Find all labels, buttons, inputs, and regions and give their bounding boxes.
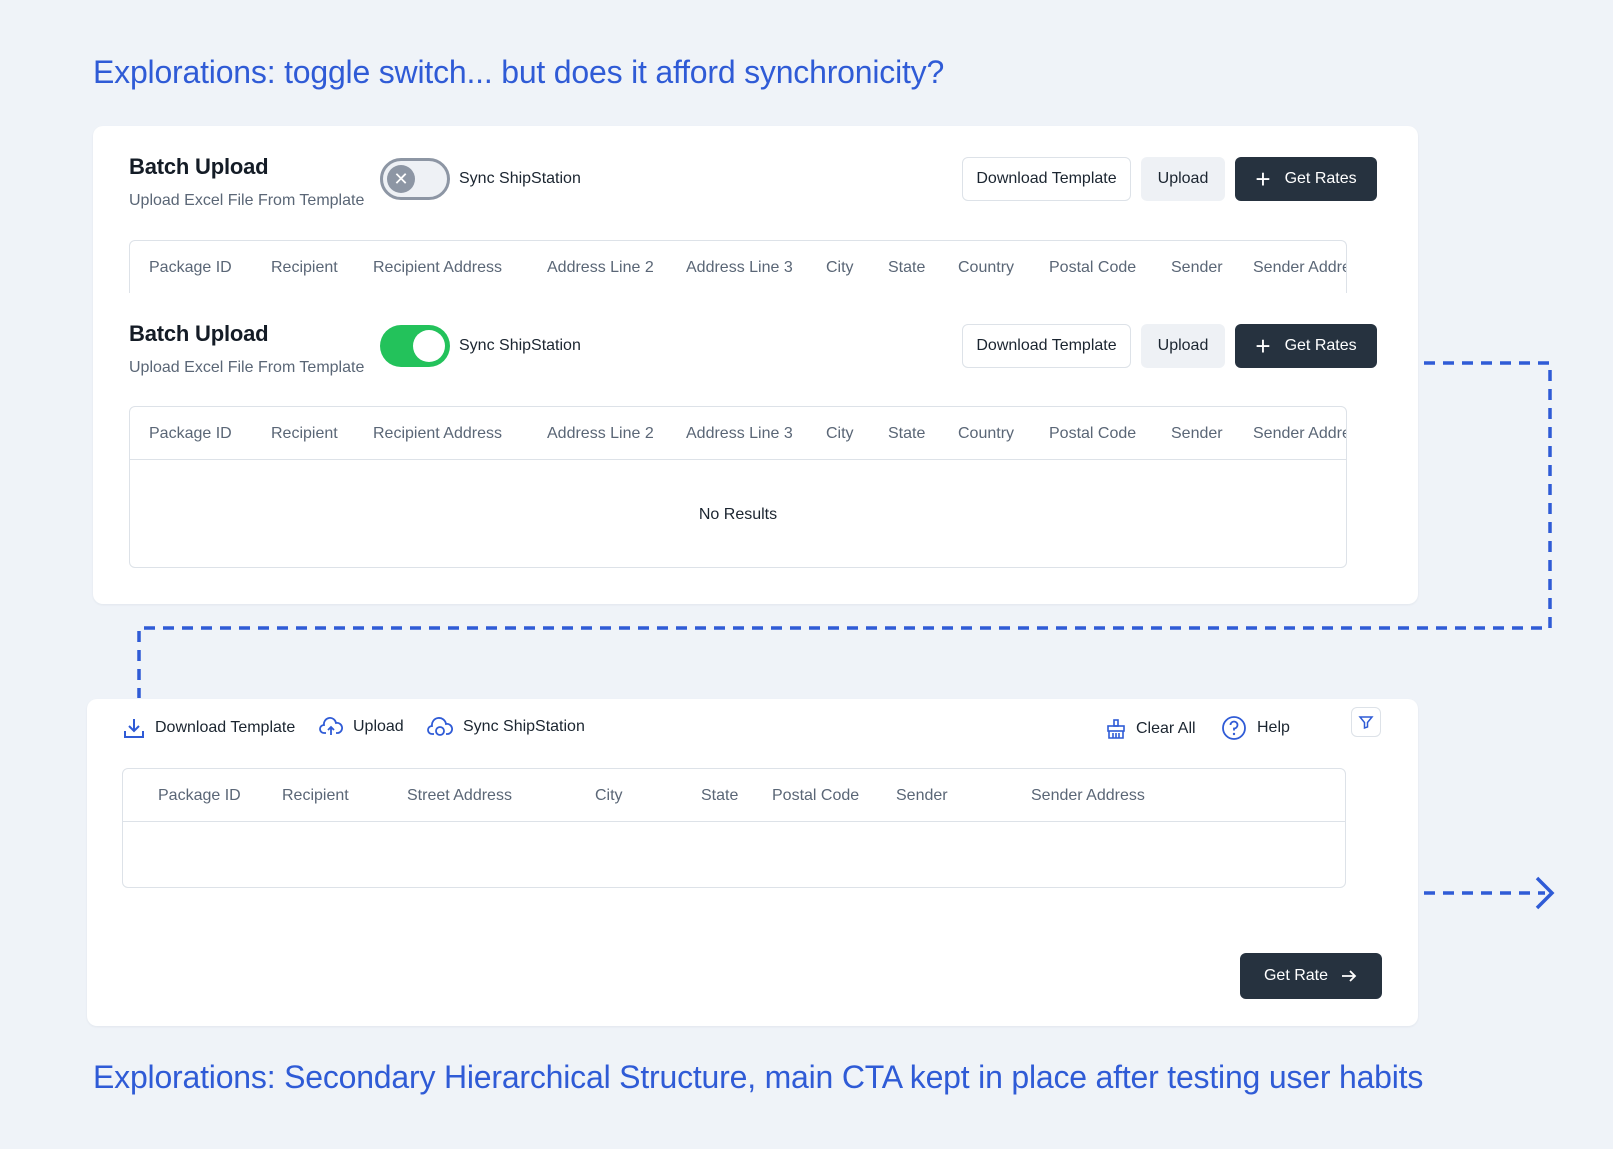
column-header: Recipient — [271, 259, 338, 276]
column-header: State — [888, 425, 926, 442]
broom-icon — [1107, 719, 1125, 739]
secondary-structure-card: Download Template Upload Sync ShipStatio… — [87, 699, 1418, 1026]
batch-upload-heading: Batch Upload Upload Excel File From Temp… — [129, 321, 364, 377]
column-header: Recipient Address — [373, 259, 502, 276]
column-header: City — [595, 787, 623, 804]
arrow-right-icon — [1342, 970, 1357, 982]
batch-upload-subtitle: Upload Excel File From Template — [129, 192, 365, 209]
column-header: State — [701, 787, 739, 804]
batch-upload-toggle-off: Batch Upload Upload Excel File From Temp… — [93, 126, 1418, 293]
clear-all-label: Clear All — [1136, 720, 1196, 737]
column-header: City — [826, 259, 854, 276]
get-rate-label: Get Rate — [1263, 967, 1329, 984]
table-header-row: Package ID Recipient Recipient Address A… — [130, 407, 1346, 460]
sync-toggle-label: Sync ShipStation — [459, 337, 581, 354]
column-header: Package ID — [149, 425, 232, 442]
upload-button[interactable]: Upload — [1141, 324, 1225, 368]
cloud-sync-icon — [427, 717, 453, 736]
empty-state-row: No Results — [130, 460, 1346, 566]
upload-action[interactable]: Upload — [319, 717, 404, 737]
column-header: Street Address — [407, 787, 512, 804]
batch-upload-title: Batch Upload — [129, 321, 269, 346]
batch-upload-heading: Batch Upload Upload Excel File From Temp… — [129, 154, 364, 210]
get-rate-button[interactable]: Get Rate — [1240, 953, 1382, 999]
column-header: Country — [958, 425, 1015, 442]
clear-all-action[interactable]: Clear All — [1106, 719, 1196, 739]
column-header: Postal Code — [772, 787, 860, 804]
toggle-knob — [413, 330, 445, 362]
help-icon — [1222, 716, 1246, 740]
column-header: Address Line 3 — [686, 259, 793, 276]
upload-button[interactable]: Upload — [1141, 157, 1225, 201]
get-rates-button[interactable]: + Get Rates — [1235, 324, 1377, 368]
get-rates-label: Get Rates — [1284, 337, 1357, 354]
help-label: Help — [1257, 719, 1290, 736]
download-template-label: Download Template — [155, 719, 296, 736]
filter-button[interactable] — [1351, 707, 1381, 737]
batch-upload-toggle-on: Batch Upload Upload Excel File From Temp… — [93, 297, 1418, 597]
filter-icon — [1358, 716, 1374, 730]
column-header: City — [826, 425, 854, 442]
batch-upload-subtitle: Upload Excel File From Template — [129, 359, 365, 376]
get-rates-label: Get Rates — [1284, 170, 1357, 187]
column-header: Sender — [896, 787, 948, 804]
column-header: Recipient — [282, 787, 349, 804]
caption-secondary-exploration: Explorations: Secondary Hierarchical Str… — [93, 1059, 1424, 1095]
column-header: Country — [958, 259, 1015, 276]
column-header: Address Line 2 — [547, 259, 654, 276]
column-header: Recipient Address — [373, 425, 502, 442]
table-header-row: Package ID Recipient Street Address City… — [123, 769, 1345, 822]
sync-toggle-off[interactable]: ✕ — [380, 158, 450, 200]
column-header: Package ID — [149, 259, 232, 276]
download-template-button[interactable]: Download Template — [962, 157, 1131, 201]
toggle-exploration-card: Batch Upload Upload Excel File From Temp… — [93, 126, 1418, 604]
column-header: Sender Address — [1031, 787, 1145, 804]
download-template-button[interactable]: Download Template — [962, 324, 1131, 368]
column-header: Address Line 2 — [547, 425, 654, 442]
column-header: Package ID — [158, 787, 241, 804]
sync-shipstation-label: Sync ShipStation — [463, 718, 585, 735]
cloud-upload-icon — [319, 717, 343, 735]
batch-upload-title: Batch Upload — [129, 154, 269, 179]
chevron-right-icon — [1535, 876, 1555, 910]
plus-icon: + — [1255, 331, 1271, 361]
column-header: State — [888, 259, 926, 276]
download-icon — [124, 719, 144, 738]
secondary-table: Package ID Recipient Street Address City… — [122, 768, 1346, 888]
secondary-toolbar: Download Template Upload Sync ShipStatio… — [87, 699, 1418, 749]
upload-table-header: Package ID Recipient Recipient Address A… — [129, 240, 1347, 293]
get-rates-button[interactable]: + Get Rates — [1235, 157, 1377, 201]
no-results-text: No Results — [698, 506, 778, 523]
table-header-row: Package ID Recipient Recipient Address A… — [130, 241, 1346, 293]
sync-shipstation-action[interactable]: Sync ShipStation — [427, 717, 585, 737]
column-header: Sender — [1171, 259, 1223, 276]
toggle-knob-close-icon: ✕ — [387, 165, 415, 193]
column-header: Sender Address — [1253, 259, 1346, 276]
column-header: Postal Code — [1049, 259, 1137, 276]
caption-toggle-exploration: Explorations: toggle switch... but does … — [93, 54, 945, 90]
sync-toggle-on[interactable] — [380, 325, 450, 367]
column-header: Sender Address — [1253, 425, 1346, 442]
help-action[interactable]: Help — [1221, 715, 1290, 741]
upload-label: Upload — [353, 718, 404, 735]
column-header: Postal Code — [1049, 425, 1137, 442]
sync-toggle-label: Sync ShipStation — [459, 170, 581, 187]
column-header: Sender — [1171, 425, 1223, 442]
plus-icon: + — [1255, 164, 1271, 194]
download-template-action[interactable]: Download Template — [123, 717, 295, 739]
column-header: Address Line 3 — [686, 425, 793, 442]
upload-table: Package ID Recipient Recipient Address A… — [129, 406, 1347, 568]
column-header: Recipient — [271, 425, 338, 442]
